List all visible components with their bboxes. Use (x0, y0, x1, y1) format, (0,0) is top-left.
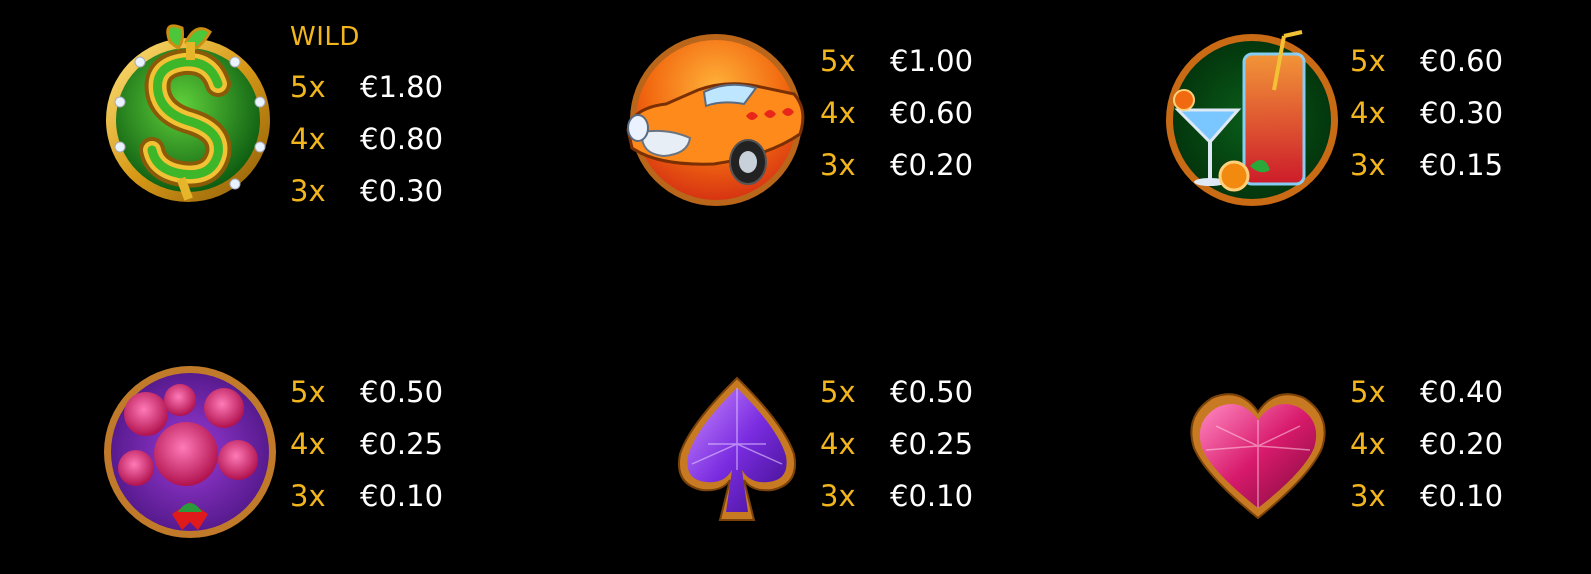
payout: €0.10 (360, 479, 444, 513)
payout: €1.80 (360, 70, 444, 104)
multiplier: 4x (290, 122, 326, 156)
payout: €1.00 (890, 44, 974, 78)
multiplier: 3x (290, 479, 326, 513)
payout: €0.20 (1420, 427, 1504, 461)
payout: €0.80 (360, 122, 444, 156)
multiplier: 5x (820, 375, 856, 409)
multiplier: 5x (1350, 375, 1386, 409)
payout: €0.20 (890, 148, 974, 182)
payout: €0.40 (1420, 375, 1504, 409)
dollar-wild-icon (100, 22, 275, 212)
multiplier: 4x (820, 427, 856, 461)
cocktail-icon (1162, 30, 1340, 210)
payout: €0.30 (360, 174, 444, 208)
payout: €0.60 (890, 96, 974, 130)
multiplier: 5x (290, 375, 326, 409)
multiplier: 5x (820, 44, 856, 78)
car-icon (618, 30, 806, 208)
multiplier: 4x (1350, 96, 1386, 130)
wild-label: WILD (290, 22, 360, 52)
payout: €0.15 (1420, 148, 1504, 182)
multiplier: 4x (1350, 427, 1386, 461)
multiplier: 5x (1350, 44, 1386, 78)
multiplier: 4x (290, 427, 326, 461)
payout: €0.25 (360, 427, 444, 461)
payout: €0.10 (890, 479, 974, 513)
multiplier: 3x (1350, 148, 1386, 182)
spade-gem-icon (672, 374, 802, 526)
multiplier: 3x (290, 174, 326, 208)
multiplier: 3x (820, 148, 856, 182)
payout: €0.60 (1420, 44, 1504, 78)
multiplier: 4x (820, 96, 856, 130)
payout: €0.10 (1420, 479, 1504, 513)
multiplier: 3x (820, 479, 856, 513)
payout: €0.50 (360, 375, 444, 409)
payout: €0.25 (890, 427, 974, 461)
heart-gem-icon (1186, 386, 1330, 522)
payout: €0.30 (1420, 96, 1504, 130)
multiplier: 5x (290, 70, 326, 104)
payout: €0.50 (890, 375, 974, 409)
multiplier: 3x (1350, 479, 1386, 513)
roses-icon (102, 364, 278, 540)
